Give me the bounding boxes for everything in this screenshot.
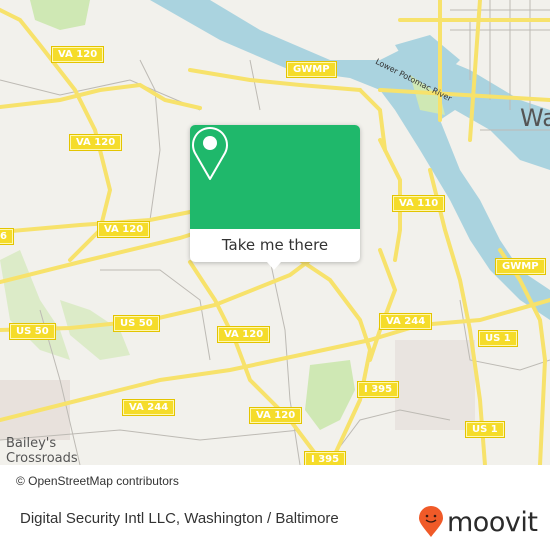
road-shield: US 50 (10, 324, 55, 339)
road-shield: VA 120 (70, 135, 122, 150)
road-shield: GWMP (287, 62, 336, 77)
location-popup[interactable]: Take me there (190, 125, 360, 270)
map-view[interactable]: VA 120 VA 120 VA 120 VA 120 VA 120 GWMP … (0, 0, 550, 465)
map-attribution[interactable]: © OpenStreetMap contributors (10, 470, 185, 492)
road-shield: US 50 (114, 316, 159, 331)
road-shield: 6 (0, 229, 13, 244)
take-me-there-button[interactable]: Take me there (190, 229, 360, 262)
place-label-crossroads: Crossroads (6, 451, 78, 465)
place-title: Digital Security Intl LLC, Washington / … (20, 510, 339, 527)
road-shield: VA 120 (250, 408, 302, 423)
road-shield: US 1 (466, 422, 504, 437)
road-shield: I 395 (358, 382, 399, 397)
popup-header (190, 125, 360, 229)
road-shield: VA 110 (393, 196, 445, 211)
park-area (30, 0, 90, 30)
road-shield: US 1 (479, 331, 517, 346)
road-shield: VA 244 (123, 400, 175, 415)
road-shield: GWMP (496, 259, 545, 274)
popup-pointer (267, 262, 281, 270)
road-shield: VA 244 (380, 314, 432, 329)
road-shield: VA 120 (52, 47, 104, 62)
moovit-wordmark: moovit (447, 506, 538, 538)
road-shield: VA 120 (218, 327, 270, 342)
road-shield: VA 120 (98, 222, 150, 237)
moovit-logo: moovit (418, 504, 538, 540)
location-pin-icon (192, 127, 228, 180)
road-shield: I 395 (305, 452, 346, 465)
footer: Digital Security Intl LLC, Washington / … (0, 494, 550, 550)
city-label-washington: Wa (520, 104, 550, 132)
park-area (305, 360, 355, 430)
moovit-pin-icon (419, 506, 443, 537)
place-label-baileys: Bailey's (6, 436, 57, 451)
